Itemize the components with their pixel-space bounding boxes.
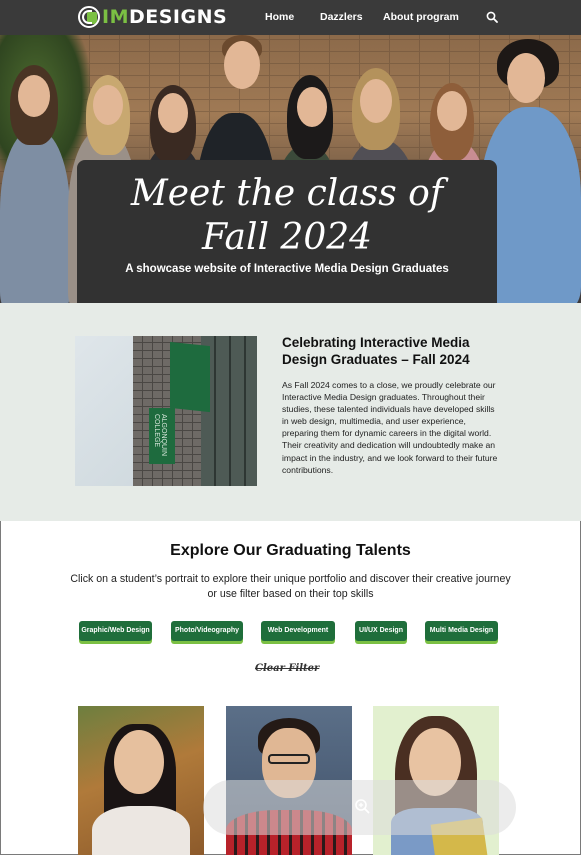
site-logo[interactable]: IMDESIGNS — [78, 6, 227, 28]
logo-text-suffix: DESIGNS — [128, 6, 228, 28]
search-icon[interactable] — [486, 11, 498, 23]
logo-text: IMDESIGNS — [102, 6, 227, 28]
college-banner-image: ALGONQUIN COLLEGE — [75, 336, 257, 486]
banner-text: ALGONQUIN COLLEGE — [153, 414, 167, 457]
filter-ui-ux-design-button[interactable]: UI/UX Design — [355, 621, 407, 641]
nav-link-dazzlers[interactable]: Dazzlers — [320, 11, 363, 23]
clear-filter-link[interactable]: Clear Filter — [255, 663, 319, 674]
intro-body: As Fall 2024 comes to a close, we proudl… — [282, 380, 498, 475]
top-navbar: IMDESIGNS Home Dazzlers About program — [0, 0, 581, 35]
hero-section: Meet the class of Fall 2024 A showcase w… — [0, 35, 581, 303]
hero-title-line2: Fall 2024 — [201, 217, 373, 258]
talents-description: Click on a student’s portrait to explore… — [70, 573, 511, 600]
hero-subtitle: A showcase website of Interactive Media … — [125, 263, 449, 275]
hero-title-card: Meet the class of Fall 2024 A showcase w… — [77, 160, 497, 303]
filter-web-development-button[interactable]: Web Development — [261, 621, 335, 641]
filter-multi-media-design-button[interactable]: Multi Media Design — [425, 621, 498, 641]
nav-link-about-program[interactable]: About program — [383, 11, 459, 23]
logo-text-prefix: IM — [102, 6, 129, 28]
talents-heading: Explore Our Graduating Talents — [170, 542, 411, 559]
hero-title-line1: Meet the class of — [130, 173, 444, 214]
filter-photo-videography-button[interactable]: Photo/Videography — [171, 621, 243, 641]
hero-title: Meet the class of Fall 2024 — [77, 172, 497, 260]
logo-mark-icon — [78, 6, 100, 28]
nav-link-home[interactable]: Home — [265, 11, 294, 23]
intro-section: ALGONQUIN COLLEGE Celebrating Interactiv… — [0, 303, 581, 521]
intro-heading: Celebrating Interactive Media Design Gra… — [282, 335, 470, 367]
zoom-in-icon[interactable] — [354, 798, 370, 814]
filter-graphic-web-design-button[interactable]: Graphic/Web Design — [79, 621, 152, 641]
student-portrait-1[interactable] — [78, 706, 204, 855]
